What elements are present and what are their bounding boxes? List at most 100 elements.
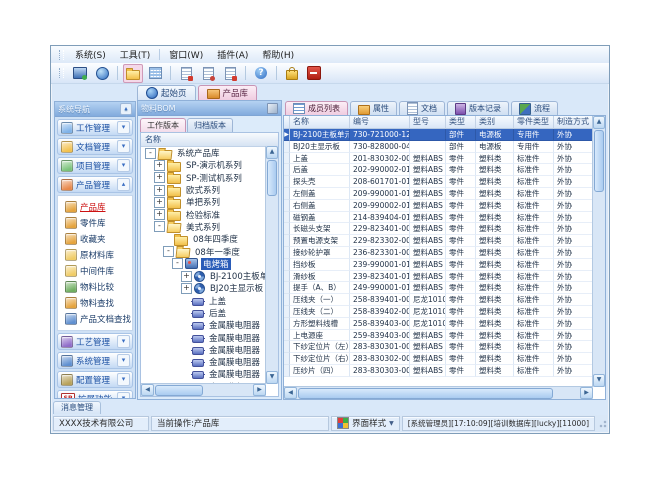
table-row[interactable]: 左侧盖209-990001-01E塑料ABS零件塑料类标准件外协条: [284, 188, 593, 200]
sidebar-item-零件库[interactable]: 零件库: [58, 215, 132, 231]
table-row[interactable]: 下纱定位片（右）283-830302-00E塑料ABS零件塑料类标准件外协条: [284, 353, 593, 365]
detail-tab-流程[interactable]: 流程: [511, 101, 558, 115]
tree-node-金属膜电阻器[interactable]: 金属膜电阻器: [141, 368, 266, 380]
table-row[interactable]: 右侧盖209-990002-01E塑料ABS零件塑料类标准件外协条: [284, 200, 593, 212]
scroll-right-button[interactable]: ▶: [580, 387, 593, 399]
scroll-down-button[interactable]: ▼: [593, 374, 605, 387]
computer-button[interactable]: [70, 64, 90, 83]
sidebar-item-收藏夹[interactable]: 收藏夹: [58, 231, 132, 247]
message-management-tab[interactable]: 消息管理: [53, 401, 101, 414]
column-header-名称[interactable]: 名称: [290, 116, 350, 129]
column-header-类别[interactable]: 类别: [476, 116, 514, 129]
tree-node-BJ-2100主板单元[interactable]: +BJ-2100主板单元: [141, 270, 266, 282]
chevron-up-icon[interactable]: [117, 178, 130, 191]
tree-node-SP-测试机系列[interactable]: +SP-测试机系列: [141, 172, 266, 184]
chevron-down-icon[interactable]: [117, 354, 130, 367]
chevron-down-icon[interactable]: [117, 335, 130, 348]
column-header-型号[interactable]: 型号: [410, 116, 446, 129]
table-row[interactable]: 压线夹（一）258-839401-00E尼龙1010零件塑料类标准件外协条: [284, 294, 593, 306]
chevron-down-icon[interactable]: [117, 159, 130, 172]
sidebar-section-配置管理[interactable]: 配置管理: [57, 371, 133, 388]
tree-node-上盖[interactable]: 上盖: [141, 295, 266, 307]
tree-node-SP-演示机系列[interactable]: +SP-演示机系列: [141, 159, 266, 171]
detail-tab-文档[interactable]: 文档: [399, 101, 445, 115]
tree-horizontal-scrollbar[interactable]: ◀ ▶: [141, 383, 266, 396]
scroll-up-button[interactable]: ▲: [266, 146, 278, 159]
sidebar-section-工艺管理[interactable]: 工艺管理: [57, 333, 133, 350]
table-row[interactable]: 接纱轮护罩236-823301-00E塑料ABS零件塑料类标准件外协条: [284, 247, 593, 259]
table-vertical-scrollbar[interactable]: ▲ ▼: [592, 116, 605, 387]
column-header-编号[interactable]: 编号: [350, 116, 410, 129]
sidebar-collapse-icon[interactable]: [120, 103, 132, 115]
expand-toggle-icon[interactable]: +: [154, 209, 165, 220]
tree-vertical-scrollbar[interactable]: ▲ ▼: [265, 146, 278, 384]
scroll-thumb[interactable]: [267, 160, 277, 196]
tree-node-美式系列[interactable]: -美式系列: [141, 221, 266, 233]
document-tab-起始页[interactable]: 起始页: [137, 85, 196, 100]
resize-grip[interactable]: [597, 418, 607, 428]
table-row[interactable]: 方形塑料线槽258-839403-00E尼龙1010零件塑料类标准件外协条: [284, 318, 593, 330]
collapse-toggle-icon[interactable]: -: [154, 221, 165, 232]
sidebar-section-扩展功能[interactable]: SP扩展功能: [57, 390, 133, 398]
chevron-down-icon[interactable]: [117, 121, 130, 134]
scroll-thumb[interactable]: [155, 385, 203, 396]
menu-item-1[interactable]: 系统(S): [68, 47, 113, 62]
collapse-toggle-icon[interactable]: -: [145, 148, 156, 159]
sidebar-item-物料比较[interactable]: 物料比较: [58, 279, 132, 295]
table-row[interactable]: 挡纱板239-990001-01E塑料ABS零件塑料类标准件外协条: [284, 259, 593, 271]
column-header-零件类型[interactable]: 零件类型: [514, 116, 554, 129]
table-horizontal-scrollbar[interactable]: ◀ ▶: [284, 386, 593, 399]
drag-handle-icon[interactable]: [59, 68, 64, 78]
version-tab-归档版本[interactable]: 归档版本: [187, 118, 233, 132]
doc-audit-button[interactable]: [198, 64, 218, 83]
document-tab-产品库[interactable]: 产品库: [198, 85, 258, 100]
table-row[interactable]: 提手（A、B）249-990001-01E塑料ABS零件塑料类标准件外协条: [284, 282, 593, 294]
tree-node-后盖[interactable]: 后盖: [141, 307, 266, 319]
menu-item-3[interactable]: 窗口(W): [162, 47, 210, 62]
exit-button[interactable]: [304, 64, 324, 83]
drag-handle-icon[interactable]: [59, 50, 64, 60]
sidebar-section-文档管理[interactable]: 文档管理: [57, 138, 133, 155]
tree-node-金属膜电阻器[interactable]: 金属膜电阻器: [141, 381, 266, 383]
tree-node-单把系列[interactable]: +单把系列: [141, 196, 266, 208]
expand-toggle-icon[interactable]: +: [154, 197, 165, 208]
scroll-thumb[interactable]: [594, 130, 604, 192]
menu-item-4[interactable]: 插件(A): [210, 47, 255, 62]
tree-node-电烤箱[interactable]: -电烤箱: [141, 258, 266, 270]
tree-node-金属膜电阻器[interactable]: 金属膜电阻器: [141, 344, 266, 356]
expand-toggle-icon[interactable]: +: [181, 283, 192, 294]
tree-node-金属膜电阻器[interactable]: 金属膜电阻器: [141, 331, 266, 343]
sidebar-section-产品管理[interactable]: 产品管理: [57, 176, 133, 193]
detail-tab-属性[interactable]: 属性: [350, 101, 397, 115]
scroll-left-button[interactable]: ◀: [284, 387, 297, 399]
menu-item-5[interactable]: 帮助(H): [255, 47, 301, 62]
table-row[interactable]: 上盖201-830302-00E塑料ABS零件塑料类标准件外协条: [284, 153, 593, 165]
scroll-left-button[interactable]: ◀: [141, 384, 154, 396]
chevron-down-icon[interactable]: [117, 140, 130, 153]
expand-toggle-icon[interactable]: +: [154, 172, 165, 183]
tree-node-08年四季度[interactable]: 08年四季度: [141, 233, 266, 245]
column-header-类型[interactable]: 类型: [446, 116, 476, 129]
sidebar-item-原材料库[interactable]: 原材料库: [58, 247, 132, 263]
interface-style-dropdown[interactable]: 界面样式 ▼: [331, 416, 400, 431]
tree-node-08年一季度[interactable]: -08年一季度: [141, 245, 266, 257]
sidebar-item-产品库[interactable]: 产品库: [58, 199, 132, 215]
table-row[interactable]: 压线夹（二）258-839402-00E尼龙1010零件塑料类标准件外协条: [284, 306, 593, 318]
chevron-down-icon[interactable]: [117, 392, 130, 398]
report-button[interactable]: [145, 64, 165, 83]
menu-item-2[interactable]: 工具(T): [113, 47, 158, 62]
table-row[interactable]: 长磁头支架229-823401-00E塑料ABS零件塑料类标准件外协条: [284, 223, 593, 235]
tree-node-金属膜电阻器[interactable]: 金属膜电阻器: [141, 319, 266, 331]
lock-button[interactable]: [282, 64, 302, 83]
tree-node-欧式系列[interactable]: +欧式系列: [141, 184, 266, 196]
table-row[interactable]: BJ20主显示板730-828000-04E部件电源板专用件外协颗: [284, 141, 593, 153]
table-row[interactable]: ▶BJ-2100主板单元730-721000-12E部件电源板专用件外协颗: [284, 129, 593, 141]
version-tab-工作版本[interactable]: 工作版本: [140, 118, 186, 132]
table-row[interactable]: 探头壳208-601701-01E塑料ABS零件塑料类标准件外协条: [284, 176, 593, 188]
sidebar-item-产品文档查找[interactable]: 产品文档查找: [58, 311, 132, 327]
expand-toggle-icon[interactable]: +: [181, 271, 192, 282]
table-row[interactable]: 压纱片（四）283-830303-00E塑料ABS零件塑料类标准件外协条: [284, 365, 593, 377]
table-row[interactable]: 上电源座259-839403-00E塑料ABS零件塑料类标准件外协条: [284, 330, 593, 342]
sidebar-section-工作管理[interactable]: 工作管理: [57, 119, 133, 136]
doc-stamp-button[interactable]: [220, 64, 240, 83]
